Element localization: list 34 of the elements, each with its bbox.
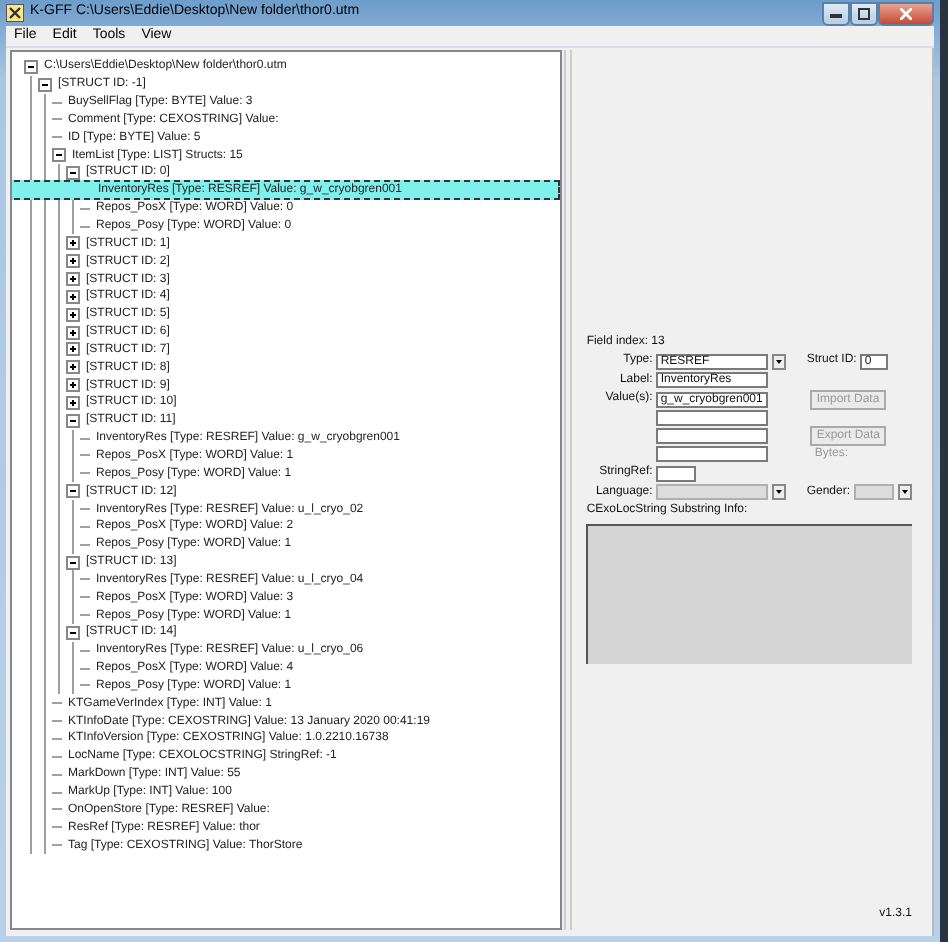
collapse-icon[interactable] [66,555,80,570]
dropdown-arrow-icon[interactable] [898,484,912,501]
maximize-icon [858,7,870,19]
collapse-icon[interactable] [66,165,80,180]
value-field[interactable] [656,446,769,463]
collapse-icon[interactable] [38,77,52,92]
expand-icon[interactable] [66,254,80,269]
expand-icon[interactable] [66,378,80,393]
collapse-icon[interactable] [52,148,66,163]
collapse-icon[interactable] [66,413,80,428]
expand-icon[interactable] [66,342,80,357]
minimize-icon [830,9,842,17]
expand-icon[interactable] [66,307,80,322]
close-button[interactable] [878,1,934,25]
app-icon [6,4,24,22]
value-field[interactable] [656,428,769,445]
expand-icon[interactable] [66,272,80,287]
dropdown-arrow-icon[interactable] [772,484,787,501]
substring-info-box[interactable] [586,523,912,664]
collapse-icon[interactable] [24,59,38,74]
close-icon [900,7,912,19]
expand-icon[interactable] [66,360,80,375]
expand-icon[interactable] [66,395,80,410]
collapse-icon[interactable] [66,484,80,499]
expand-icon[interactable] [66,325,80,340]
value-field[interactable] [656,409,769,426]
minimize-button[interactable] [822,1,850,25]
stringref-field[interactable] [656,465,697,482]
dropdown-arrow-icon[interactable] [772,353,787,370]
tree-view[interactable] [10,50,563,930]
expand-icon[interactable] [66,289,80,304]
collapse-icon[interactable] [66,625,80,640]
maximize-button[interactable] [850,1,878,25]
expand-icon[interactable] [66,236,80,251]
